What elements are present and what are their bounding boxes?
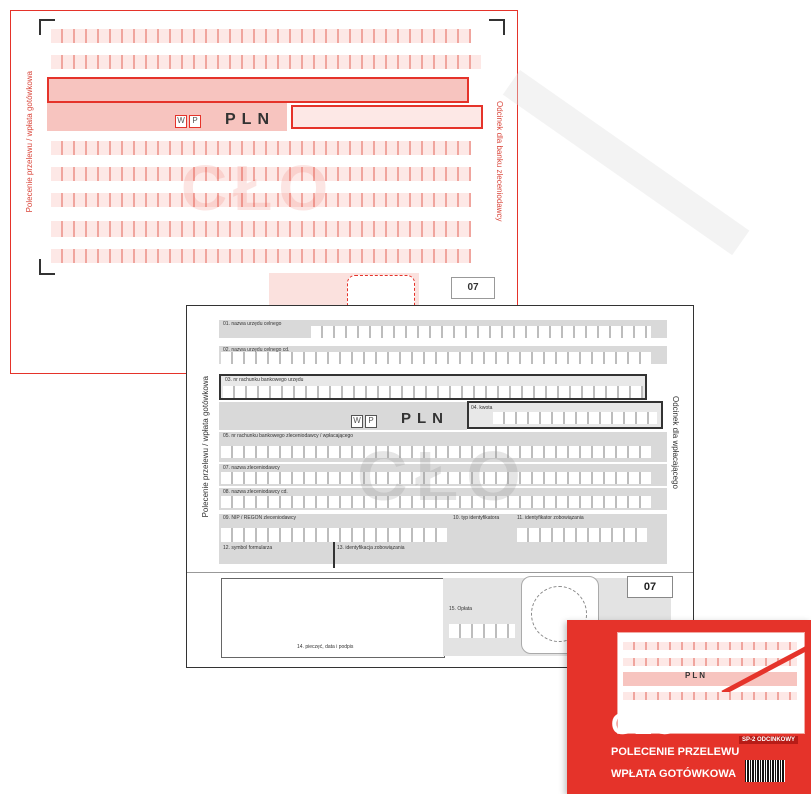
red-band <box>47 77 469 103</box>
bw-row-label: 08. nazwa zleceniodawcy cd. <box>223 489 288 495</box>
bw-bottom-line <box>187 572 693 573</box>
red-row <box>51 29 471 43</box>
bw-row-cells <box>221 352 651 364</box>
red-watermark: CŁO <box>181 152 335 224</box>
cover-pad: PLN SP-2 ODCINKOWY CŁO POLECENIE PRZELEW… <box>567 620 811 794</box>
bw-row-cells <box>517 528 647 542</box>
cover-currency: PLN <box>685 671 707 680</box>
bw-divider <box>333 542 335 568</box>
red-amount-box <box>291 105 483 129</box>
cover-row <box>623 642 797 650</box>
cover-row <box>623 672 797 686</box>
bw-row-label: 05. nr rachunku bankowego zleceniodawcy … <box>223 433 354 439</box>
red-side-right: Odcinek dla banku zleceniodawcy <box>495 101 504 222</box>
bw-side-left: Polecenie przelewu / wpłata gotówkowa <box>201 376 210 518</box>
bw-row-label: 13. identyfikacja zobowiązania <box>337 545 405 551</box>
bw-watermark: CŁO <box>357 437 529 515</box>
cover-subtitle2: WPŁATA GOTÓWKOWA <box>611 768 737 780</box>
bw-row-label: 07. nazwa zleceniodawcy <box>223 465 280 471</box>
wp-letter: P <box>189 115 201 128</box>
corner-mark <box>489 19 505 35</box>
bw-fee-label: 15. Opłata <box>449 606 473 612</box>
barcode-icon <box>745 760 785 782</box>
bw-row-cells <box>223 386 643 398</box>
bw-form: Polecenie przelewu / wpłata gotówkowa Od… <box>186 305 694 668</box>
bw-currency: PLN <box>401 410 449 427</box>
bw-row-label: 12. symbol formularza <box>223 545 273 551</box>
bw-stamp-label: 14. pieczęć, data i podpis <box>297 644 354 650</box>
bw-side-right: Odcinek dla wpłacającego <box>671 396 680 489</box>
bw-wp-box: W P <box>351 415 377 428</box>
bw-row-band <box>219 544 667 564</box>
background-stripe <box>502 70 750 256</box>
red-row <box>51 55 481 69</box>
bw-code: 07 <box>627 576 673 598</box>
cover-row <box>623 692 797 700</box>
bw-amount-label: 04. kwota <box>471 405 493 411</box>
bw-fee-cells <box>449 624 515 638</box>
wp-letter: W <box>351 415 363 428</box>
bw-row-cells <box>311 326 651 338</box>
wp-letter: W <box>175 115 187 128</box>
red-side-left: Polecenie przelewu / wpłata gotówkowa <box>25 71 34 213</box>
cover-title: CŁO <box>611 708 678 741</box>
wp-letter: P <box>365 415 377 428</box>
bw-row-label: 10. typ identyfikatora <box>453 515 500 521</box>
red-wp-box: W P <box>175 115 201 128</box>
red-code: 07 <box>451 277 495 299</box>
cover-badge: SP-2 ODCINKOWY <box>739 736 799 744</box>
bw-row-label: 09. NIP / REGON zleceniodawcy <box>223 515 296 521</box>
cover-subtitle1: POLECENIE PRZELEWU <box>611 746 740 758</box>
bw-amount-cells <box>493 412 657 424</box>
bw-row-label: 01. nazwa urzędu celnego <box>223 321 282 327</box>
bw-row-label: 03. nr rachunku bankowego urzędu <box>225 377 304 383</box>
bw-row-label: 11. identyfikator zobowiązania <box>517 515 584 521</box>
red-row <box>51 249 471 263</box>
red-currency: PLN <box>225 111 275 128</box>
bw-row-cells <box>221 528 447 542</box>
